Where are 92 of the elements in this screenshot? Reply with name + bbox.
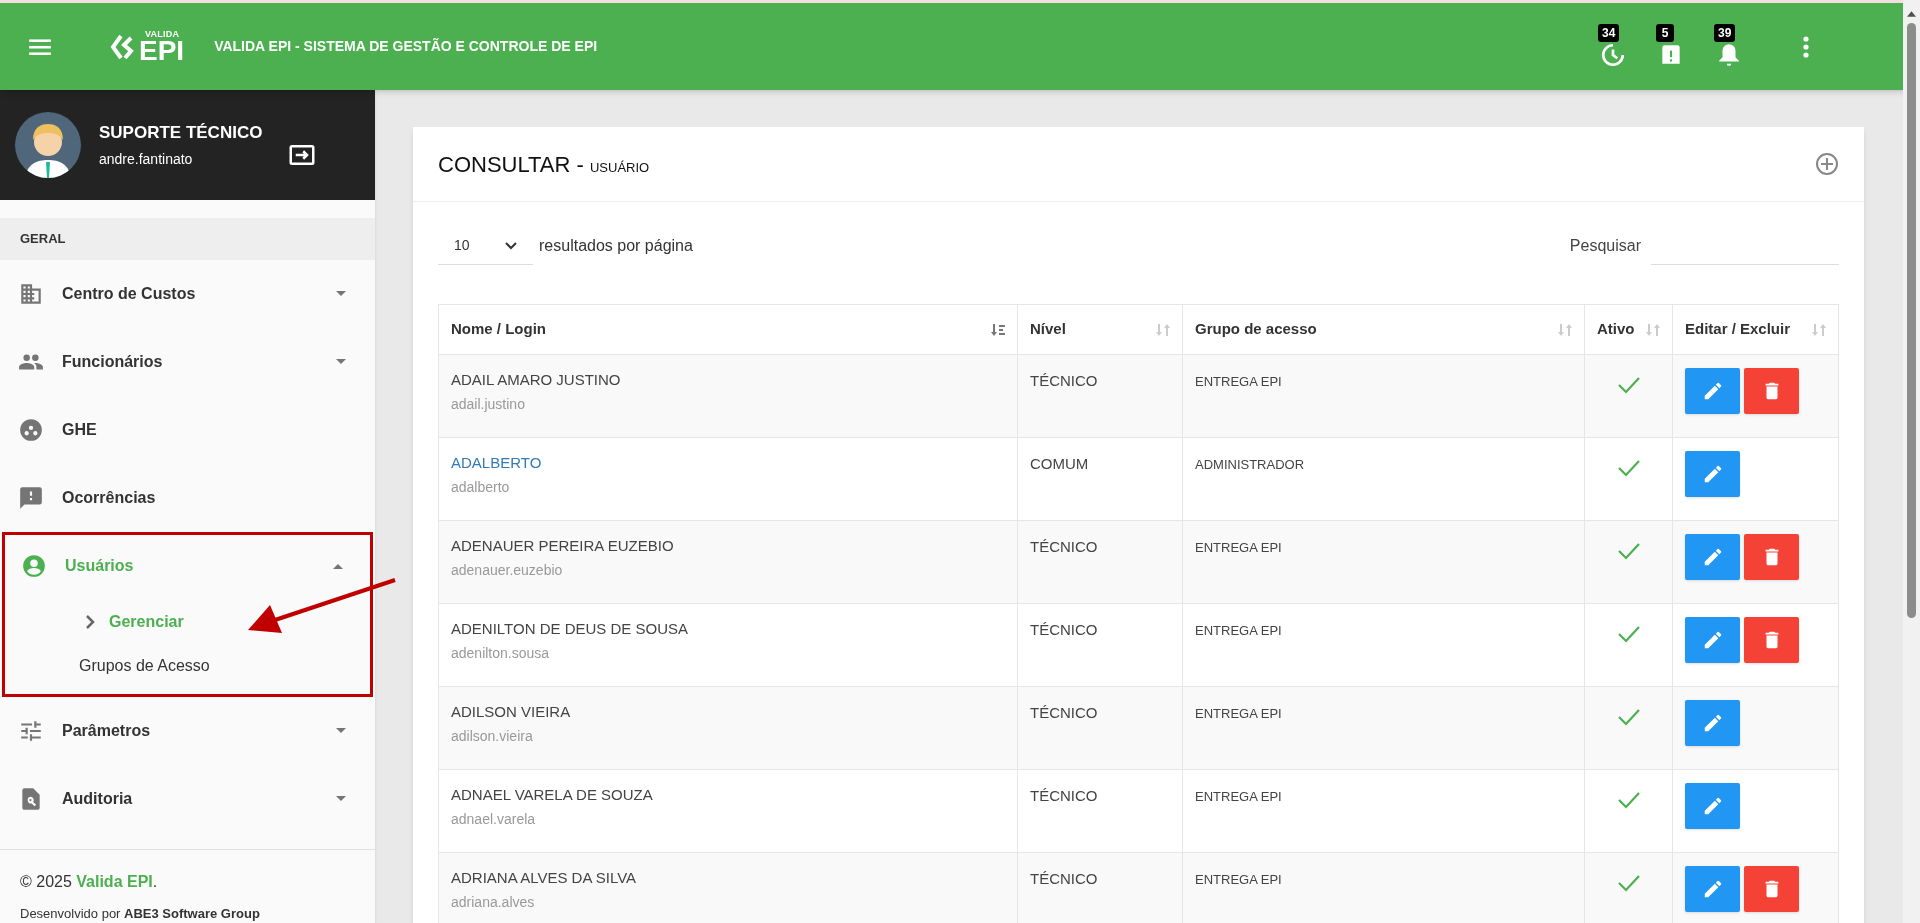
caret-icon (335, 795, 347, 803)
table-cell: TÉCNICO (1030, 538, 1098, 555)
logo-text: EPI (139, 39, 185, 63)
table-cell: ENTREGA EPI (1195, 706, 1282, 721)
user-name: ADILSON VIEIRA (451, 702, 572, 722)
column-header[interactable]: Editar / Excluir (1672, 304, 1839, 355)
user-name: ADAIL AMARO JUSTINO (451, 370, 622, 390)
delete-button[interactable] (1744, 368, 1799, 414)
table-cell: ENTREGA EPI (1195, 540, 1282, 555)
notification-button[interactable]: 34 (1598, 23, 1628, 70)
edit-button[interactable] (1685, 368, 1740, 414)
menu-item[interactable]: Ocorrências (0, 464, 375, 532)
menu-item[interactable]: GHE (0, 396, 375, 464)
sort-icon (991, 322, 1005, 337)
menu-item[interactable]: Auditoria (0, 765, 375, 833)
table-cell: ENTREGA EPI (1195, 872, 1282, 887)
edit-button[interactable] (1685, 700, 1740, 746)
notification-button[interactable]: 5 (1656, 23, 1686, 70)
speech-bubble-icon (18, 485, 44, 511)
card-title: CONSULTAR - USUÁRIO (438, 150, 650, 179)
menu-item[interactable]: Funcionários (0, 328, 375, 396)
chevron-down-icon (505, 241, 517, 250)
table-cell: ENTREGA EPI (1195, 374, 1282, 389)
bell-icon (1716, 41, 1742, 68)
clock-icon (1600, 41, 1626, 68)
section-header: GERAL (0, 218, 375, 260)
user-login: adalberto (451, 477, 511, 497)
user-login: andre.fantinato (99, 150, 194, 170)
delete-button[interactable] (1744, 534, 1799, 580)
add-icon[interactable] (1815, 152, 1839, 176)
delete-button[interactable] (1744, 617, 1799, 663)
scroll-up-icon[interactable] (1907, 11, 1916, 17)
sort-icon (1558, 322, 1572, 337)
user-name: ADENILTON DE DEUS DE SOUSA (451, 619, 689, 639)
caret-icon (335, 290, 347, 298)
copyright-text: © 2025 Valida EPI. (20, 872, 159, 892)
scrollbar[interactable] (1903, 0, 1920, 923)
more-options-icon[interactable] (1802, 35, 1810, 58)
sort-icon (1156, 322, 1170, 337)
user-name: ADENAUER PEREIRA EUZEBIO (451, 536, 675, 556)
sliders-icon (18, 718, 44, 744)
column-header[interactable]: Nível (1017, 304, 1183, 355)
user-name: ADALBERTO (451, 453, 543, 473)
column-header[interactable]: Nome / Login (438, 304, 1018, 355)
menu-item[interactable]: Centro de Custos (0, 260, 375, 328)
table-cell: ADMINISTRADOR (1195, 457, 1305, 472)
sort-icon (1646, 322, 1660, 337)
user-login: adenilton.sousa (451, 643, 551, 663)
logo-text: VALIDA (145, 30, 181, 39)
edit-button[interactable] (1685, 451, 1740, 497)
count-badge: 39 (1714, 23, 1736, 42)
user-login: adilson.vieira (451, 726, 534, 746)
table-cell: ENTREGA EPI (1195, 789, 1282, 804)
building-icon (18, 281, 44, 307)
delete-button[interactable] (1744, 866, 1799, 912)
caret-icon (335, 727, 347, 735)
scrollbar-thumb[interactable] (1907, 23, 1916, 618)
user-login: adnael.varela (451, 809, 537, 829)
table-cell: TÉCNICO (1030, 787, 1098, 804)
table-cell: ENTREGA EPI (1195, 623, 1282, 638)
page-size-select[interactable]: 10 (438, 227, 533, 265)
chevron-icon (85, 615, 95, 629)
page-size-label: resultados por página (539, 236, 693, 256)
user-login: adenauer.euzebio (451, 560, 564, 580)
user-icon (21, 553, 47, 579)
edit-button[interactable] (1685, 783, 1740, 829)
notification-button[interactable]: 39 (1714, 23, 1744, 70)
user-login: adriana.alves (451, 892, 536, 912)
table-cell: TÉCNICO (1030, 704, 1098, 721)
user-role: SUPORTE TÉCNICO (99, 121, 263, 144)
edit-button[interactable] (1685, 866, 1740, 912)
sort-icon (1812, 322, 1826, 337)
table-cell: TÉCNICO (1030, 372, 1098, 389)
caret-icon (335, 358, 347, 366)
edit-button[interactable] (1685, 617, 1740, 663)
table-cell: COMUM (1030, 455, 1089, 472)
user-name: ADRIANA ALVES DA SILVA (451, 868, 638, 888)
caret-icon (332, 562, 344, 570)
menu-item[interactable]: Parâmetros (0, 697, 375, 765)
user-login: adail.justino (451, 394, 526, 414)
column-header[interactable]: Ativo (1584, 304, 1673, 355)
search-label: Pesquisar (1569, 236, 1641, 256)
table-cell: TÉCNICO (1030, 870, 1098, 887)
developer-credit: Desenvolvido por ABE3 Software Group (20, 905, 261, 923)
count-badge: 5 (1656, 23, 1674, 42)
submenu-item[interactable]: Grupos de Acesso (5, 644, 370, 688)
table-cell: TÉCNICO (1030, 621, 1098, 638)
column-header[interactable]: Grupo de acesso (1182, 304, 1585, 355)
app-title: VALIDA EPI - SISTEMA DE GESTÃO E CONTROLE DE EPI (214, 37, 598, 56)
edit-button[interactable] (1685, 534, 1740, 580)
count-badge: 34 (1598, 23, 1620, 42)
user-name: ADNAEL VARELA DE SOUZA (451, 785, 654, 805)
